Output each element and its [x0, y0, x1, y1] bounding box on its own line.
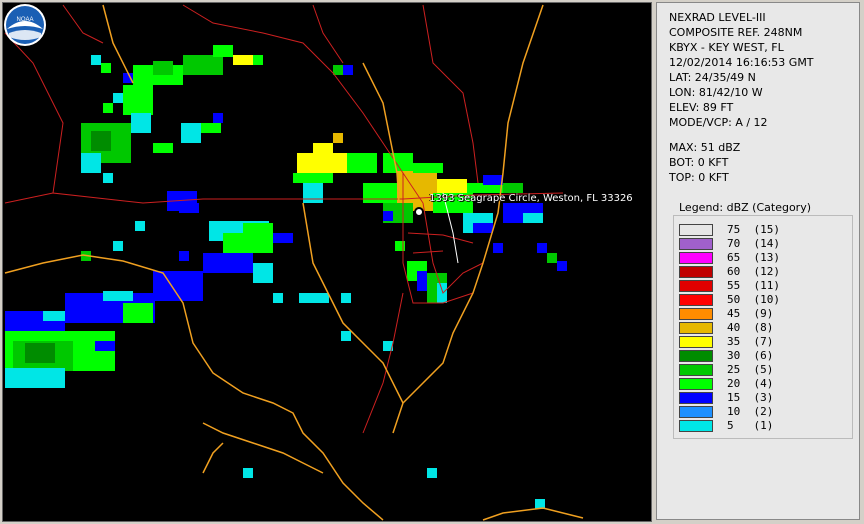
- legend-swatch: [679, 280, 713, 292]
- legend-label: 15 (3): [727, 391, 774, 404]
- legend-swatch: [679, 392, 713, 404]
- legend-label: 65 (13): [727, 251, 780, 264]
- legend-label: 55 (11): [727, 279, 780, 292]
- legend-label: 20 (4): [727, 377, 774, 390]
- legend-label: 25 (5): [727, 363, 774, 376]
- station-name: KBYX - KEY WEST, FL: [669, 41, 784, 54]
- coastline: [4, 4, 584, 521]
- product-type: COMPOSITE REF. 248NM: [669, 26, 803, 39]
- station-latitude: LAT: 24/35/49 N: [669, 71, 756, 84]
- mode-vcp: MODE/VCP: A / 12: [669, 116, 768, 129]
- legend-swatch: [679, 238, 713, 250]
- legend-swatch: [679, 266, 713, 278]
- legend-swatch: [679, 406, 713, 418]
- legend-label: 30 (6): [727, 349, 774, 362]
- product-name: NEXRAD LEVEL-III: [669, 11, 766, 24]
- station-elevation: ELEV: 89 FT: [669, 101, 734, 114]
- radar-map[interactable]: 1393 Seagrape Circle, Weston, FL 33326 N…: [2, 2, 652, 522]
- marker-address-label: 1393 Seagrape Circle, Weston, FL 33326: [429, 193, 633, 204]
- station-longitude: LON: 81/42/10 W: [669, 86, 763, 99]
- legend-swatch: [679, 350, 713, 362]
- legend-swatch: [679, 336, 713, 348]
- legend-label: 5 (1): [727, 419, 774, 432]
- top-height: TOP: 0 KFT: [669, 171, 729, 184]
- legend-swatch: [679, 252, 713, 264]
- location-marker[interactable]: [414, 207, 424, 217]
- legend-label: 75 (15): [727, 223, 780, 236]
- legend-title: Legend: dBZ (Category): [679, 201, 811, 214]
- legend-label: 70 (14): [727, 237, 780, 250]
- legend-swatch: [679, 364, 713, 376]
- legend-swatch: [679, 378, 713, 390]
- legend-label: 50 (10): [727, 293, 780, 306]
- legend-label: 60 (12): [727, 265, 780, 278]
- noaa-logo-icon: NOAA: [4, 4, 46, 46]
- legend-swatch: [679, 294, 713, 306]
- legend-swatch: [679, 420, 713, 432]
- legend-label: 35 (7): [727, 335, 774, 348]
- legend-label: 10 (2): [727, 405, 774, 418]
- noaa-logo-text: NOAA: [16, 17, 33, 23]
- legend-label: 40 (8): [727, 321, 774, 334]
- timestamp: 12/02/2014 16:16:53 GMT: [669, 56, 814, 69]
- max-dbz: MAX: 51 dBZ: [669, 141, 741, 154]
- legend-swatch: [679, 322, 713, 334]
- legend-label: 45 (9): [727, 307, 774, 320]
- legend-swatch: [679, 308, 713, 320]
- radar-echoes: [5, 45, 567, 509]
- bottom-height: BOT: 0 KFT: [669, 156, 729, 169]
- map-layers: [4, 4, 584, 521]
- info-panel: NEXRAD LEVEL-III COMPOSITE REF. 248NM KB…: [656, 2, 860, 520]
- legend-swatch: [679, 224, 713, 236]
